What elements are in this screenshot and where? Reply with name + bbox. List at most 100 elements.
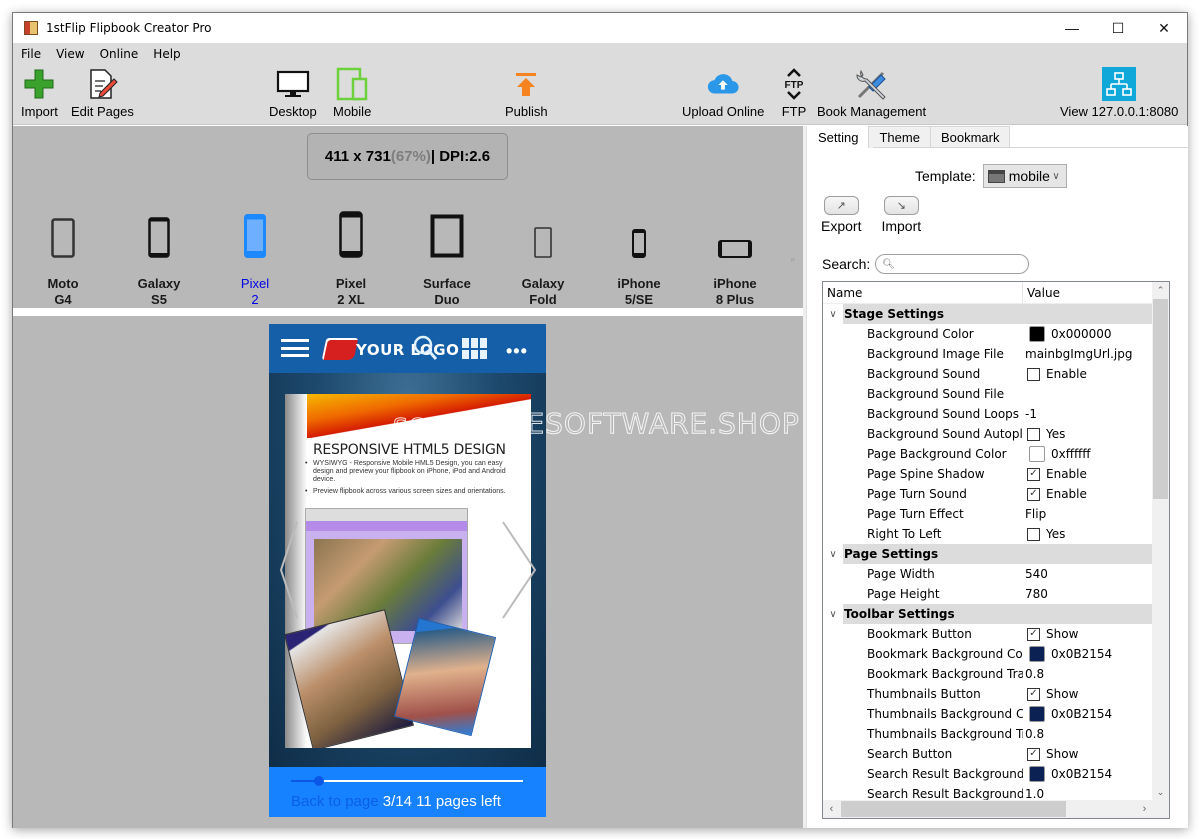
property-value-cell[interactable]: ✓ Show [1023, 687, 1078, 701]
property-row[interactable]: Bookmark Button ✓ Show [823, 624, 1153, 644]
property-row[interactable]: Page Turn Sound ✓ Enable [823, 484, 1153, 504]
property-row[interactable]: Bookmark Background Color 0x0B2154 [823, 644, 1153, 664]
minimize-button[interactable]: — [1049, 13, 1095, 43]
more-options-icon[interactable]: ••• [506, 341, 528, 362]
color-swatch[interactable] [1029, 326, 1045, 342]
color-swatch[interactable] [1029, 706, 1045, 722]
property-row[interactable]: Bookmark Background Tra... 0.8 [823, 664, 1153, 684]
more-devices-button[interactable]: » [790, 254, 795, 264]
property-value-cell[interactable]: 780 [1023, 587, 1048, 601]
checkbox[interactable] [1027, 367, 1040, 381]
checkbox-checked[interactable]: ✓ [1027, 467, 1040, 481]
property-section[interactable]: ∨ Page Settings [823, 544, 1153, 564]
property-value-cell[interactable]: ✓ Enable [1023, 487, 1087, 501]
property-value-cell[interactable]: 0.8 [1023, 667, 1044, 681]
property-value-cell[interactable]: 0xffffff [1023, 446, 1091, 462]
property-value-cell[interactable]: Enable [1023, 367, 1087, 381]
search-icon[interactable] [412, 334, 438, 362]
property-row[interactable]: Background Color 0x000000 [823, 324, 1153, 344]
property-value[interactable]: 540 [1025, 567, 1048, 581]
checkbox-checked[interactable]: ✓ [1027, 747, 1040, 761]
property-row[interactable]: Background Sound File [823, 384, 1153, 404]
device-pixel-2[interactable]: Pixel 2 [207, 196, 303, 308]
property-value-cell[interactable]: 540 [1023, 567, 1048, 581]
column-header-value[interactable]: Value [1023, 282, 1060, 303]
publish-button[interactable]: Publish [505, 67, 548, 119]
property-value-cell[interactable]: ✓ Show [1023, 627, 1078, 641]
color-swatch[interactable] [1029, 646, 1045, 662]
property-row[interactable]: Background Sound Autoplay Yes [823, 424, 1153, 444]
book-management-button[interactable]: Book Management [817, 67, 926, 119]
close-button[interactable]: ✕ [1141, 13, 1187, 43]
column-header-name[interactable]: Name [823, 282, 1023, 303]
checkbox[interactable] [1027, 527, 1040, 541]
scroll-up-icon[interactable]: ⌃ [1152, 282, 1169, 299]
property-value-cell[interactable]: Yes [1023, 427, 1065, 441]
back-to-page-link[interactable]: Back to page [291, 793, 383, 810]
menu-help[interactable]: Help [153, 47, 180, 61]
scrollbar-thumb[interactable] [1153, 299, 1168, 499]
property-value-cell[interactable]: 0x0B2154 [1023, 706, 1112, 722]
property-value[interactable]: 0.8 [1025, 727, 1044, 741]
import-button[interactable]: Import [21, 67, 58, 119]
property-row[interactable]: Page Width 540 [823, 564, 1153, 584]
property-value-cell[interactable]: ✓ Enable [1023, 467, 1087, 481]
menu-view[interactable]: View [56, 47, 84, 61]
page-slider-thumb[interactable] [314, 776, 324, 786]
menu-online[interactable]: Online [100, 47, 139, 61]
horizontal-scrollbar[interactable]: ‹ › [823, 800, 1153, 818]
property-row[interactable]: Background Sound Enable [823, 364, 1153, 384]
template-select[interactable]: mobile ∨ [982, 164, 1067, 188]
property-row[interactable]: Thumbnails Background Tr... 0.8 [823, 724, 1153, 744]
mobile-button[interactable]: Mobile [333, 67, 371, 119]
scroll-down-icon[interactable]: ⌄ [1152, 784, 1169, 801]
property-section[interactable]: ∨ Stage Settings [823, 304, 1153, 324]
property-value-cell[interactable]: Flip [1023, 507, 1046, 521]
tab-setting[interactable]: Setting [807, 126, 870, 148]
property-row[interactable]: Background Sound Loops -1 [823, 404, 1153, 424]
property-row[interactable]: Thumbnails Background C... 0x0B2154 [823, 704, 1153, 724]
color-swatch[interactable] [1029, 766, 1045, 782]
tab-bookmark[interactable]: Bookmark [929, 126, 1011, 148]
menu-icon[interactable] [281, 339, 309, 357]
property-row[interactable]: Search Button ✓ Show [823, 744, 1153, 764]
chevron-down-icon[interactable]: ∨ [823, 549, 843, 560]
scroll-right-icon[interactable]: › [1136, 800, 1153, 818]
maximize-button[interactable]: ☐ [1095, 13, 1141, 43]
property-value[interactable]: 0.8 [1025, 667, 1044, 681]
checkbox-checked[interactable]: ✓ [1027, 627, 1040, 641]
checkbox[interactable] [1027, 427, 1040, 441]
property-row[interactable]: Page Background Color 0xffffff [823, 444, 1153, 464]
property-row[interactable]: Page Height 780 [823, 584, 1153, 604]
color-swatch[interactable] [1029, 446, 1045, 462]
property-value-cell[interactable]: -1 [1023, 407, 1037, 421]
property-value-cell[interactable]: 0x000000 [1023, 326, 1112, 342]
property-row[interactable]: Search Result Background ... 0x0B2154 [823, 764, 1153, 784]
property-value-cell[interactable]: ✓ Show [1023, 747, 1078, 761]
edit-pages-button[interactable]: Edit Pages [71, 67, 134, 119]
property-value[interactable]: mainbgImgUrl.jpg [1025, 347, 1133, 361]
checkbox-checked[interactable]: ✓ [1027, 487, 1040, 501]
property-value[interactable]: 780 [1025, 587, 1048, 601]
upload-online-button[interactable]: Upload Online [682, 67, 764, 119]
property-value[interactable]: Flip [1025, 507, 1046, 521]
property-value-cell[interactable]: 1.0 [1023, 787, 1044, 801]
property-value-cell[interactable]: 0.8 [1023, 727, 1044, 741]
search-input[interactable]: 🔍︎ [875, 254, 1030, 274]
property-value[interactable]: -1 [1025, 407, 1037, 421]
chevron-down-icon[interactable]: ∨ [823, 609, 843, 620]
device-pixel-2-xl[interactable]: Pixel 2 XL [303, 196, 399, 308]
device-iphone-5-se[interactable]: iPhone 5/SE [591, 196, 687, 308]
property-value-cell[interactable]: 0x0B2154 [1023, 766, 1112, 782]
export-button[interactable]: ↗ Export [821, 196, 861, 234]
scrollbar-thumb[interactable] [841, 801, 1066, 817]
property-value-cell[interactable]: 0x0B2154 [1023, 646, 1112, 662]
view-server-button[interactable]: View 127.0.0.1:8080 [1060, 67, 1178, 119]
device-galaxy-fold[interactable]: Galaxy Fold [495, 196, 591, 308]
desktop-button[interactable]: Desktop [269, 67, 317, 119]
ftp-button[interactable]: FTP FTP [777, 67, 811, 119]
import-config-button[interactable]: ↘ Import [881, 196, 921, 234]
vertical-scrollbar[interactable]: ⌃ ⌄ [1152, 282, 1169, 801]
device-moto-g4[interactable]: Moto G4 [15, 196, 111, 308]
property-row[interactable]: Thumbnails Button ✓ Show [823, 684, 1153, 704]
